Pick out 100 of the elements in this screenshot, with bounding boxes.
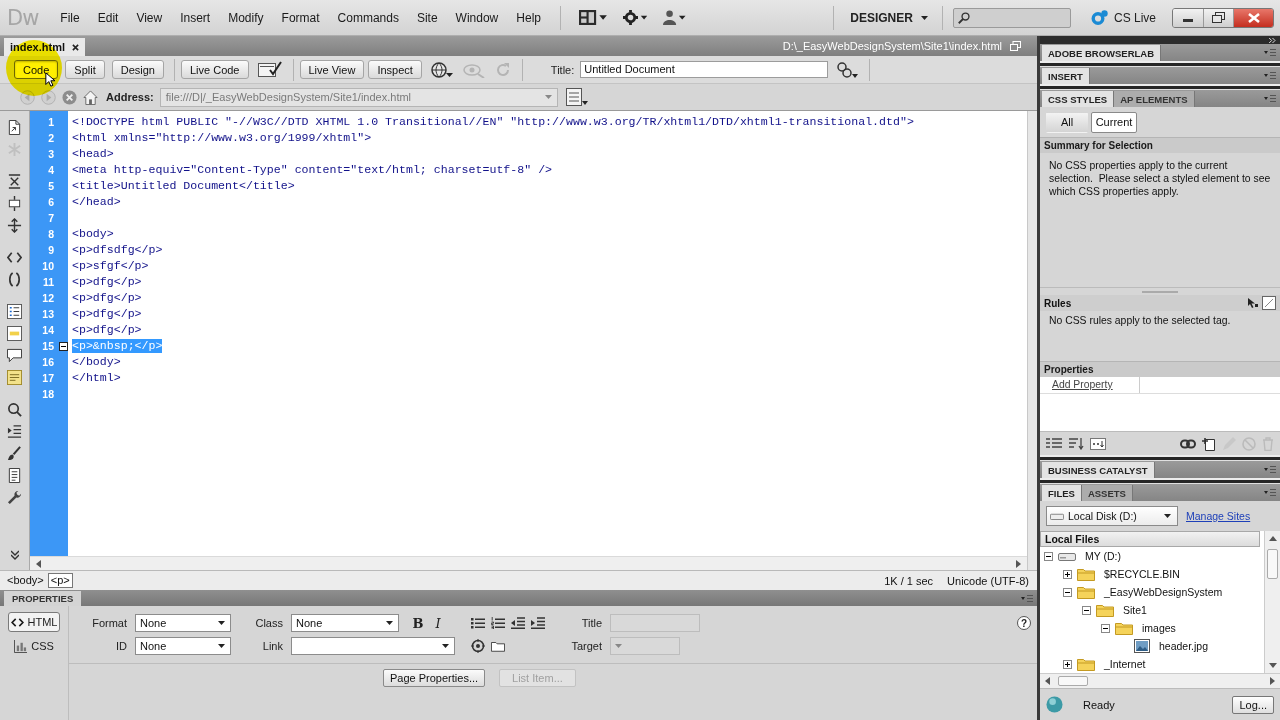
collapse-toggle-icon[interactable] bbox=[1101, 623, 1110, 633]
numbered-list-icon[interactable] bbox=[491, 617, 505, 629]
folder-icon[interactable] bbox=[491, 639, 505, 653]
scroll-thumb[interactable] bbox=[1058, 676, 1088, 686]
pane-icon[interactable] bbox=[1262, 296, 1276, 310]
view-button[interactable]: Split bbox=[65, 60, 105, 79]
panel-menu-icon[interactable] bbox=[1264, 95, 1276, 102]
highlight-icon[interactable] bbox=[7, 326, 22, 341]
document-lines-icon[interactable] bbox=[7, 468, 22, 483]
mode-button[interactable]: HTML bbox=[8, 612, 60, 632]
menu-item[interactable]: Insert bbox=[171, 10, 220, 25]
menu-item[interactable]: View bbox=[127, 10, 172, 25]
file-tree-item[interactable]: _EasyWebDesignSystem bbox=[1104, 586, 1223, 598]
collapse-marker-icon[interactable] bbox=[58, 341, 68, 351]
file-tree-item[interactable]: MY (D:) bbox=[1085, 550, 1121, 562]
scroll-up-icon[interactable] bbox=[1268, 536, 1277, 541]
menu-item[interactable]: Commands bbox=[328, 10, 408, 25]
layout-icon[interactable] bbox=[579, 10, 607, 25]
column-header[interactable]: Local Files bbox=[1040, 531, 1260, 547]
mode-button[interactable]: All bbox=[1046, 111, 1088, 133]
close-icon[interactable] bbox=[72, 43, 79, 51]
panel-menu-icon[interactable] bbox=[1264, 489, 1276, 496]
site-select[interactable]: Local Disk (D:) bbox=[1046, 506, 1178, 526]
collapse-toggle-icon[interactable] bbox=[1063, 587, 1072, 597]
page-properties-button[interactable]: Page Properties... bbox=[383, 669, 486, 687]
sort-boxed-icon[interactable] bbox=[1090, 437, 1106, 450]
add-property-link[interactable]: Add Property bbox=[1040, 377, 1140, 393]
chain-link-icon[interactable] bbox=[1180, 437, 1196, 450]
panel-menu-icon[interactable] bbox=[1264, 49, 1276, 56]
box-arrows-icon[interactable] bbox=[7, 196, 22, 211]
workspace-switcher[interactable]: DESIGNER bbox=[844, 10, 932, 25]
restore-button[interactable] bbox=[1203, 8, 1233, 27]
class-select[interactable]: None bbox=[291, 614, 399, 632]
gear-icon[interactable] bbox=[622, 10, 648, 25]
properties-tab[interactable]: PROPERTIES bbox=[4, 591, 82, 606]
panel-tab[interactable]: ADOBE BROWSERLAB bbox=[1042, 45, 1162, 61]
parentheses-icon[interactable] bbox=[7, 272, 22, 287]
inspect-button[interactable]: Inspect bbox=[368, 60, 422, 79]
file-tree-item[interactable]: _Internet bbox=[1104, 658, 1146, 670]
vertical-scrollbar[interactable] bbox=[1027, 111, 1037, 570]
crosshair-icon[interactable] bbox=[471, 639, 485, 653]
panel-menu-icon[interactable] bbox=[1021, 594, 1033, 602]
menu-item[interactable]: Window bbox=[446, 10, 508, 25]
menu-item[interactable]: Help bbox=[507, 10, 550, 25]
person-icon[interactable] bbox=[663, 10, 686, 25]
cs-live-button[interactable]: CS Live bbox=[1090, 10, 1156, 25]
page-menu-icon[interactable] bbox=[565, 88, 588, 106]
caret-icon[interactable] bbox=[544, 95, 552, 99]
circles-icon[interactable] bbox=[837, 61, 859, 78]
expand-toggle-icon[interactable] bbox=[1063, 659, 1072, 669]
search-field[interactable] bbox=[952, 7, 1071, 28]
bullet-list-icon[interactable] bbox=[471, 617, 485, 629]
restore-icon[interactable] bbox=[1010, 41, 1021, 51]
expand-icon[interactable] bbox=[7, 218, 22, 233]
menu-item[interactable]: Modify bbox=[219, 10, 273, 25]
collapse-toggle-icon[interactable] bbox=[1082, 605, 1091, 615]
panel-tab[interactable]: ASSETS bbox=[1081, 485, 1133, 501]
file-tree-item[interactable]: $RECYCLE.BIN bbox=[1104, 568, 1180, 580]
tag-selector[interactable]: <p> bbox=[47, 573, 73, 588]
note-icon[interactable] bbox=[7, 370, 22, 385]
stop-icon[interactable] bbox=[62, 89, 77, 105]
panel-tab[interactable]: BUSINESS CATALYST bbox=[1042, 462, 1155, 478]
live-view-button[interactable]: Live View bbox=[299, 60, 365, 79]
tag-selector[interactable]: <body> bbox=[4, 573, 47, 588]
outdent-icon[interactable] bbox=[511, 617, 525, 629]
numbered-lines-icon[interactable] bbox=[7, 304, 22, 319]
angle-brackets-icon[interactable] bbox=[7, 250, 22, 265]
scroll-right-icon[interactable] bbox=[1270, 677, 1275, 685]
double-chevron-icon[interactable] bbox=[10, 550, 19, 560]
close-button[interactable] bbox=[1233, 8, 1273, 27]
italic-button[interactable]: I bbox=[431, 615, 445, 631]
file-tree-item[interactable]: Site1 bbox=[1123, 604, 1147, 616]
menu-item[interactable]: Format bbox=[272, 10, 329, 25]
file-tree-item[interactable]: header.jpg bbox=[1159, 640, 1209, 652]
panel-menu-icon[interactable] bbox=[1264, 72, 1276, 79]
collapse-icon[interactable] bbox=[7, 174, 22, 189]
file-tree-item[interactable]: images bbox=[1142, 622, 1176, 634]
wrench-icon[interactable] bbox=[7, 490, 22, 505]
scroll-left-icon[interactable] bbox=[36, 559, 41, 568]
new-page-icon[interactable] bbox=[1202, 436, 1216, 451]
id-select[interactable]: None bbox=[135, 637, 231, 655]
log-button[interactable]: Log... bbox=[1232, 695, 1274, 714]
menu-item[interactable]: Site bbox=[407, 10, 447, 25]
menu-item[interactable]: File bbox=[51, 10, 89, 25]
page-icon[interactable] bbox=[7, 120, 22, 135]
manage-sites-link[interactable]: Manage Sites bbox=[1186, 510, 1251, 522]
address-field[interactable]: file:///D|/_EasyWebDesignSystem/Site1/index.html bbox=[159, 87, 558, 107]
bold-button[interactable]: B bbox=[411, 615, 425, 631]
view-button[interactable]: Design bbox=[111, 60, 164, 79]
brush-icon[interactable] bbox=[7, 446, 22, 461]
scroll-thumb[interactable] bbox=[1267, 549, 1278, 579]
panel-tab[interactable]: CSS STYLES bbox=[1042, 91, 1115, 107]
panel-menu-icon[interactable] bbox=[1264, 466, 1276, 473]
home-icon[interactable] bbox=[83, 89, 98, 105]
menu-item[interactable]: Edit bbox=[88, 10, 128, 25]
live-code-button[interactable]: Live Code bbox=[180, 60, 249, 79]
help-button[interactable]: ? bbox=[1017, 616, 1031, 630]
sort-icon[interactable] bbox=[1068, 437, 1084, 450]
mode-button[interactable]: CSS bbox=[8, 636, 60, 656]
panel-tab[interactable]: AP ELEMENTS bbox=[1114, 91, 1195, 107]
